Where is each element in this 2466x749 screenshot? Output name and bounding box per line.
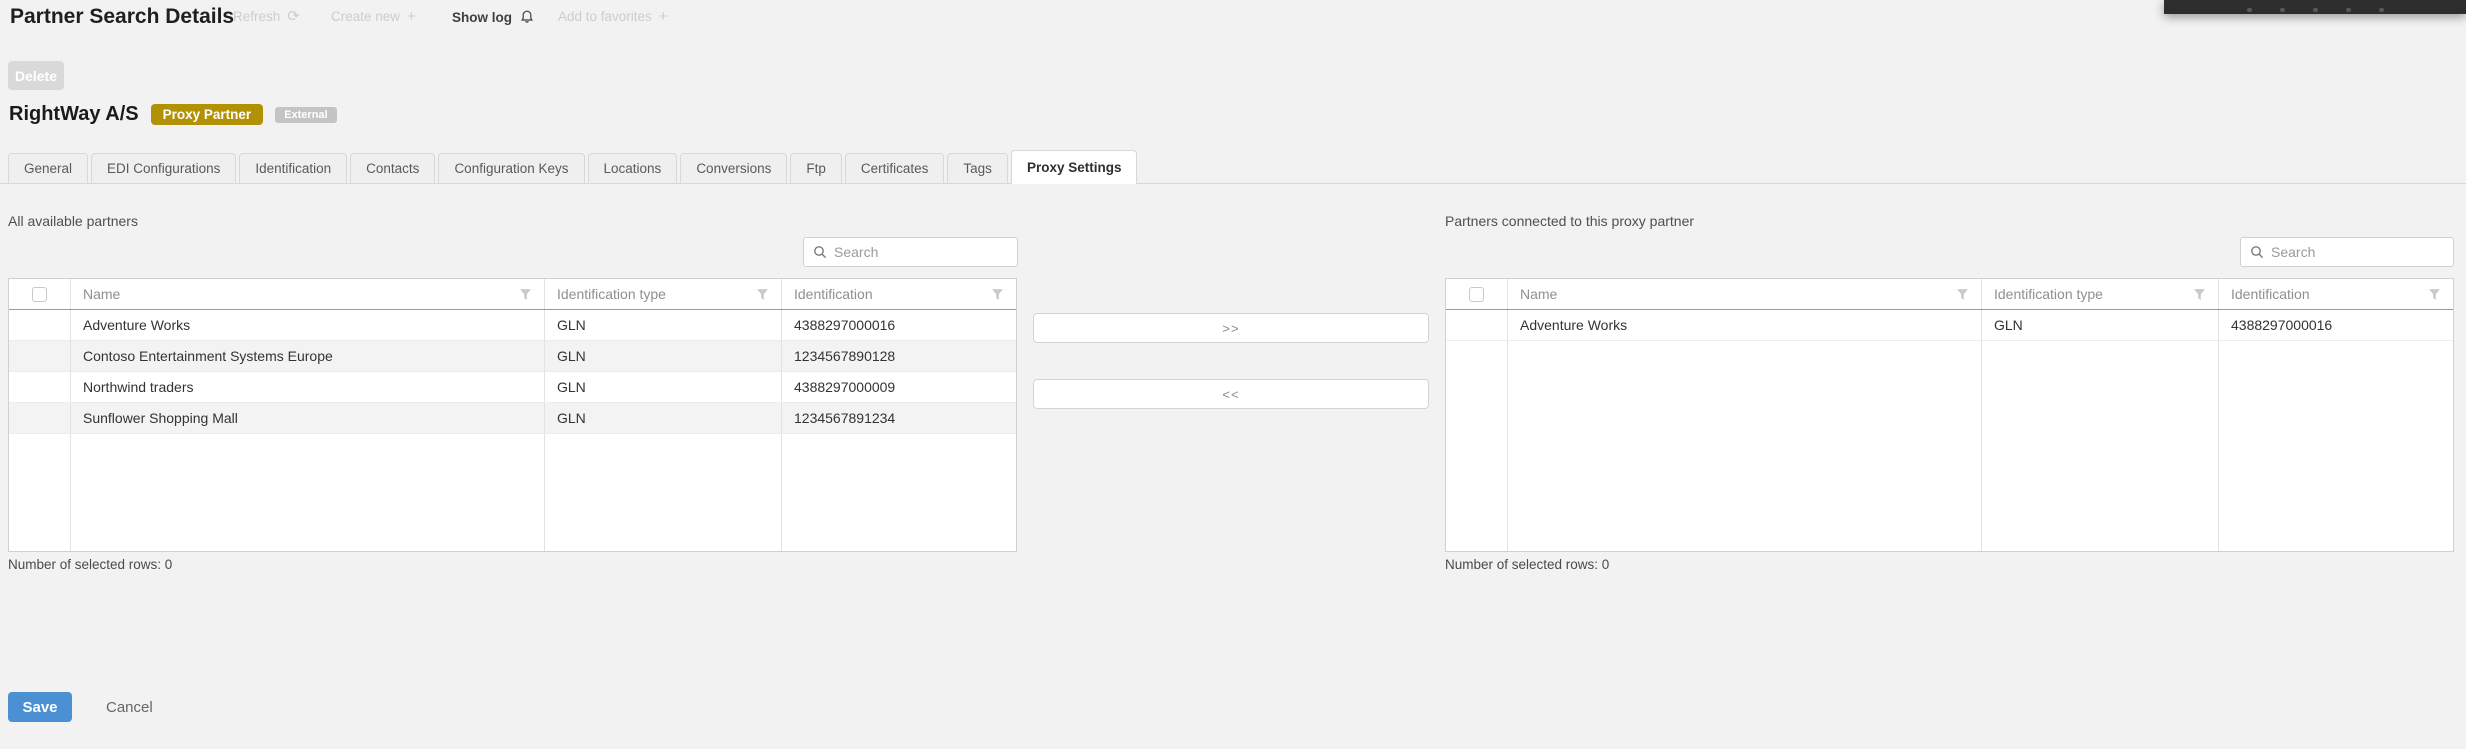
cell-identification-type: GLN: [544, 310, 781, 340]
overlay-icon: [2246, 8, 2252, 12]
tab-proxy-settings[interactable]: Proxy Settings: [1010, 150, 1138, 184]
show-log-button[interactable]: Show log: [452, 9, 535, 25]
table-header-row: Name Identification type Identification: [1446, 279, 2453, 310]
refresh-button[interactable]: Refresh ⟳: [233, 9, 300, 24]
delete-button[interactable]: Delete: [8, 61, 64, 90]
overlay-icon: [2378, 8, 2384, 12]
select-all-checkbox[interactable]: [1469, 286, 1484, 302]
available-partners-table: Name Identification type Identification …: [8, 278, 1017, 552]
right-search-input[interactable]: [2271, 244, 2444, 260]
cell-name: Contoso Entertainment Systems Europe: [70, 341, 544, 371]
create-new-button[interactable]: Create new +: [331, 9, 416, 24]
cell-name: Northwind traders: [70, 372, 544, 402]
page-title: Partner Search Details: [10, 5, 235, 28]
add-to-favorites-button[interactable]: Add to favorites +: [558, 9, 668, 24]
tab-conversions[interactable]: Conversions: [680, 153, 788, 183]
tab-configuration-keys[interactable]: Configuration Keys: [438, 153, 585, 183]
tab-edi-configurations[interactable]: EDI Configurations: [91, 153, 237, 183]
right-selected-rows-count: Number of selected rows: 0: [1445, 557, 1610, 572]
select-all-checkbox[interactable]: [32, 286, 47, 302]
proxy-partner-badge: Proxy Partner: [150, 104, 264, 125]
bell-icon: [519, 9, 535, 25]
tab-ftp[interactable]: Ftp: [790, 153, 842, 183]
column-header-identification: Identification: [794, 286, 873, 302]
tab-bar: General EDI Configurations Identificatio…: [0, 150, 2466, 184]
column-header-name: Name: [83, 286, 121, 302]
cell-identification-type: GLN: [1981, 310, 2218, 340]
tab-identification[interactable]: Identification: [239, 153, 348, 183]
filter-icon[interactable]: [991, 288, 1004, 301]
filter-icon[interactable]: [1956, 288, 1969, 301]
column-header-identification-type: Identification type: [1994, 286, 2103, 302]
create-new-label: Create new: [331, 9, 401, 24]
table-row[interactable]: Adventure Works GLN 4388297000016: [1446, 310, 2453, 341]
table-row[interactable]: Sunflower Shopping Mall GLN 123456789123…: [9, 403, 1016, 434]
move-right-button[interactable]: >>: [1033, 313, 1429, 343]
tab-contacts[interactable]: Contacts: [350, 153, 436, 183]
table-row[interactable]: Adventure Works GLN 4388297000016: [9, 310, 1016, 341]
cell-identification: 1234567890128: [781, 341, 1016, 371]
cell-identification-type: GLN: [544, 372, 781, 402]
cell-name: Sunflower Shopping Mall: [70, 403, 544, 433]
cancel-button[interactable]: Cancel: [106, 699, 153, 716]
search-icon: [813, 245, 827, 259]
table-row[interactable]: Northwind traders GLN 4388297000009: [9, 372, 1016, 403]
cell-identification: 1234567891234: [781, 403, 1016, 433]
cell-identification: 4388297000016: [781, 310, 1016, 340]
filter-icon[interactable]: [756, 288, 769, 301]
filter-icon[interactable]: [519, 288, 532, 301]
partner-name: RightWay A/S: [9, 103, 139, 125]
tab-general[interactable]: General: [8, 153, 89, 183]
plus-icon: +: [658, 8, 668, 25]
right-panel-title: Partners connected to this proxy partner: [1445, 213, 1695, 229]
tab-certificates[interactable]: Certificates: [844, 153, 945, 183]
save-button[interactable]: Save: [8, 692, 72, 722]
cell-name: Adventure Works: [70, 310, 544, 340]
tab-locations[interactable]: Locations: [587, 153, 678, 183]
show-log-label: Show log: [452, 9, 512, 25]
table-header-row: Name Identification type Identification: [9, 279, 1016, 310]
column-header-identification-type: Identification type: [557, 286, 666, 302]
left-panel-title: All available partners: [8, 213, 138, 229]
table-empty-area: [9, 434, 1016, 551]
refresh-label: Refresh: [233, 9, 281, 24]
overlay-icon: [2312, 8, 2318, 12]
refresh-icon: ⟳: [287, 8, 300, 25]
tab-tags[interactable]: Tags: [947, 153, 1008, 183]
left-search-box: [803, 237, 1018, 267]
cell-identification-type: GLN: [544, 341, 781, 371]
overlay-toolbar: [2164, 0, 2466, 14]
column-header-name: Name: [1520, 286, 1558, 302]
plus-icon: +: [407, 8, 416, 25]
overlay-icon: [2345, 8, 2351, 12]
cell-identification-type: GLN: [544, 403, 781, 433]
external-badge: External: [275, 106, 337, 123]
connected-partners-table: Name Identification type Identification …: [1445, 278, 2454, 552]
left-selected-rows-count: Number of selected rows: 0: [8, 557, 173, 572]
search-icon: [2250, 245, 2264, 259]
table-empty-area: [1446, 341, 2453, 551]
column-header-identification: Identification: [2231, 286, 2310, 302]
filter-icon[interactable]: [2193, 288, 2206, 301]
partner-heading: RightWay A/S Proxy Partner External: [9, 103, 337, 126]
left-search-input[interactable]: [834, 244, 1008, 260]
right-search-box: [2240, 237, 2454, 267]
overlay-icon: [2279, 8, 2285, 12]
filter-icon[interactable]: [2428, 288, 2441, 301]
cell-identification: 4388297000016: [2218, 310, 2453, 340]
cell-name: Adventure Works: [1507, 310, 1981, 340]
table-row[interactable]: Contoso Entertainment Systems Europe GLN…: [9, 341, 1016, 372]
cell-identification: 4388297000009: [781, 372, 1016, 402]
add-to-favorites-label: Add to favorites: [558, 9, 652, 24]
move-left-button[interactable]: <<: [1033, 379, 1429, 409]
